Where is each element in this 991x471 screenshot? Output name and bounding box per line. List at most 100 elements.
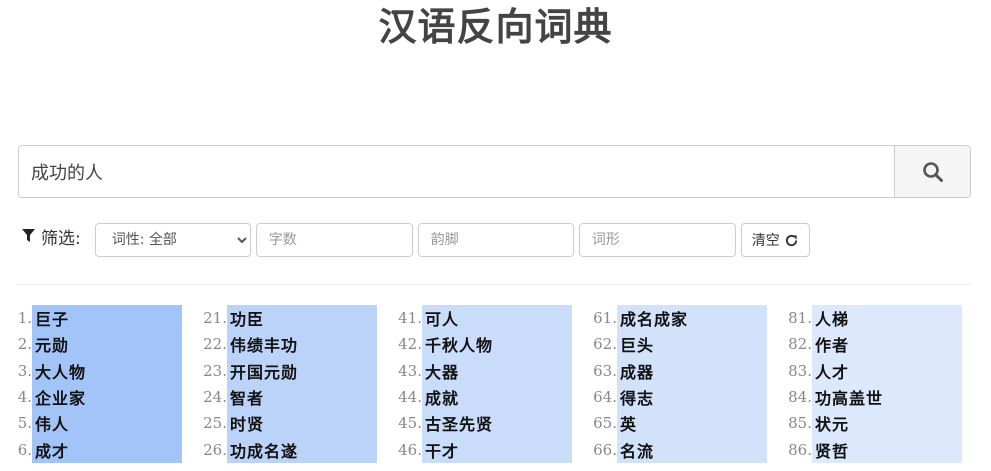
result-word[interactable]: 古圣先贤 [422, 410, 572, 437]
result-item: 2. 元勋 [0, 331, 182, 358]
result-word[interactable]: 贤哲 [812, 436, 962, 463]
result-word[interactable]: 状元 [812, 410, 962, 437]
result-item: 41. 可人 [390, 305, 572, 332]
refresh-icon [785, 234, 797, 246]
result-number: 2. [17, 335, 32, 354]
result-number: 44. [398, 388, 422, 407]
search-bar [18, 145, 971, 198]
result-word[interactable]: 成就 [422, 383, 572, 411]
result-word[interactable]: 成名成家 [617, 305, 767, 332]
result-word[interactable]: 作者 [812, 331, 962, 358]
result-word[interactable]: 大器 [422, 357, 572, 384]
result-item: 42. 千秋人物 [390, 331, 572, 358]
result-item: 86. 贤哲 [780, 436, 962, 463]
result-item: 83. 人才 [780, 357, 962, 384]
result-item: 22. 伟绩丰功 [195, 331, 377, 358]
filter-label-text: 筛选: [41, 228, 81, 249]
result-word[interactable]: 人梯 [812, 305, 962, 332]
result-item: 64. 得志 [585, 383, 767, 411]
result-item: 21. 功臣 [195, 305, 377, 332]
result-number: 25. [203, 414, 227, 433]
search-icon [922, 161, 943, 182]
result-item: 44. 成就 [390, 383, 572, 411]
page-title: 汉语反向词典 [378, 4, 613, 49]
result-word[interactable]: 成才 [32, 436, 182, 463]
result-word[interactable]: 伟人 [32, 410, 182, 437]
filter-row: 筛选: 词性: 全部 清空 [18, 222, 810, 258]
result-word[interactable]: 伟绩丰功 [227, 331, 377, 358]
result-word[interactable]: 可人 [422, 305, 572, 332]
result-number: 46. [398, 440, 422, 459]
result-word[interactable]: 功臣 [227, 305, 377, 332]
result-column: 61. 成名成家 62. 巨头 63. 成器 64. 得志 65. 英 66. 名流 [585, 305, 767, 463]
result-number: 6. [17, 440, 32, 459]
result-item: 4. 企业家 [0, 383, 182, 411]
filter-icon [22, 229, 35, 242]
result-word[interactable]: 干才 [422, 436, 572, 463]
result-number: 62. [593, 335, 617, 354]
pos-select[interactable]: 词性: 全部 [94, 223, 251, 257]
result-number: 23. [203, 361, 227, 380]
result-item: 63. 成器 [585, 357, 767, 384]
result-number: 22. [203, 335, 227, 354]
result-number: 5. [17, 414, 32, 433]
result-item: 45. 古圣先贤 [390, 410, 572, 437]
result-item: 81. 人梯 [780, 305, 962, 332]
search-input[interactable] [19, 146, 894, 197]
rhyme-input[interactable] [417, 223, 574, 257]
result-word[interactable]: 元勋 [32, 331, 182, 358]
result-item: 84. 功高盖世 [780, 383, 962, 411]
char-count-input[interactable] [255, 223, 413, 257]
result-number: 84. [788, 388, 812, 407]
result-number: 1. [17, 309, 32, 328]
result-item: 5. 伟人 [0, 410, 182, 437]
result-number: 64. [593, 388, 617, 407]
clear-button-label: 清空 [751, 233, 780, 249]
result-number: 82. [788, 335, 812, 354]
result-column: 81. 人梯 82. 作者 83. 人才 84. 功高盖世 85. 状元 86. 贤哲 [780, 305, 962, 463]
result-item: 25. 时贤 [195, 410, 377, 437]
result-number: 21. [203, 309, 227, 328]
result-word[interactable]: 功高盖世 [812, 383, 962, 411]
result-item: 43. 大器 [390, 357, 572, 384]
result-column: 21. 功臣 22. 伟绩丰功 23. 开国元勋 24. 智者 25. 时贤 26. 功成名遂 [195, 305, 377, 463]
result-number: 45. [398, 414, 422, 433]
result-item: 66. 名流 [585, 436, 767, 463]
result-item: 24. 智者 [195, 383, 377, 411]
result-number: 81. [788, 309, 812, 328]
result-number: 63. [593, 361, 617, 380]
search-button[interactable] [894, 146, 970, 197]
result-item: 82. 作者 [780, 331, 962, 358]
word-form-input[interactable] [578, 223, 736, 257]
result-number: 42. [398, 335, 422, 354]
result-word[interactable]: 成器 [617, 357, 767, 384]
result-item: 62. 巨头 [585, 331, 767, 358]
result-item: 1. 巨子 [0, 305, 182, 332]
result-word[interactable]: 企业家 [32, 383, 182, 411]
result-word[interactable]: 开国元勋 [227, 357, 377, 384]
clear-button[interactable]: 清空 [740, 223, 810, 257]
result-item: 3. 大人物 [0, 357, 182, 384]
result-item: 46. 干才 [390, 436, 572, 463]
result-number: 4. [17, 388, 32, 407]
result-word[interactable]: 大人物 [32, 357, 182, 384]
result-word[interactable]: 名流 [617, 436, 767, 463]
result-word[interactable]: 时贤 [227, 410, 377, 437]
result-word[interactable]: 巨头 [617, 331, 767, 358]
result-word[interactable]: 功成名遂 [227, 436, 377, 463]
result-word[interactable]: 人才 [812, 357, 962, 384]
result-word[interactable]: 巨子 [32, 305, 182, 332]
result-item: 85. 状元 [780, 410, 962, 437]
result-number: 61. [593, 309, 617, 328]
result-word[interactable]: 得志 [617, 383, 767, 411]
divider [18, 284, 971, 285]
result-number: 41. [398, 309, 422, 328]
result-word[interactable]: 英 [617, 410, 767, 437]
result-column: 41. 可人 42. 千秋人物 43. 大器 44. 成就 45. 古圣先贤 46. 干才 [390, 305, 572, 463]
result-word[interactable]: 智者 [227, 383, 377, 411]
result-number: 85. [788, 414, 812, 433]
result-word[interactable]: 千秋人物 [422, 331, 572, 358]
result-number: 86. [788, 440, 812, 459]
result-item: 23. 开国元勋 [195, 357, 377, 384]
result-number: 26. [203, 440, 227, 459]
